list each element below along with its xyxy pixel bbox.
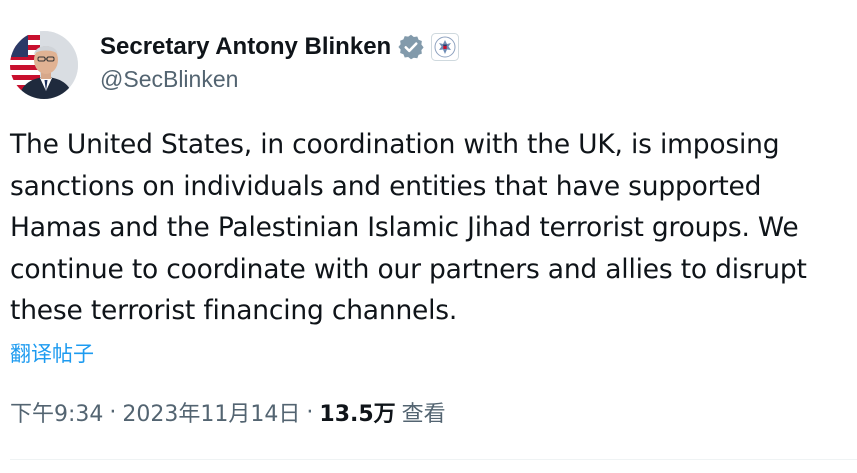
views-count: 13.5万 (319, 402, 396, 427)
author-handle[interactable]: @SecBlinken (100, 66, 238, 93)
tweet-date[interactable]: 2023年11月14日 (122, 396, 300, 428)
meta-separator: · (306, 399, 314, 425)
us-state-dept-seal-icon[interactable] (431, 33, 460, 61)
meta-separator: · (109, 399, 117, 425)
tweet-time[interactable]: 下午9:34 (10, 396, 103, 428)
divider (10, 459, 857, 460)
author-display-name[interactable]: Secretary Antony Blinken (100, 33, 391, 61)
translate-post-link[interactable]: 翻译帖子 (10, 338, 94, 368)
tweet-text: The United States, in coordination with … (10, 129, 807, 326)
avatar-photo (10, 31, 78, 99)
author-avatar[interactable] (10, 31, 78, 99)
tweet-meta: 下午9:34 · 2023年11月14日 · 13.5万 查看 (10, 396, 446, 428)
author-name-row: Secretary Antony Blinken (100, 31, 460, 63)
views-label: 查看 (401, 402, 446, 427)
verified-badge-icon[interactable] (397, 33, 425, 61)
